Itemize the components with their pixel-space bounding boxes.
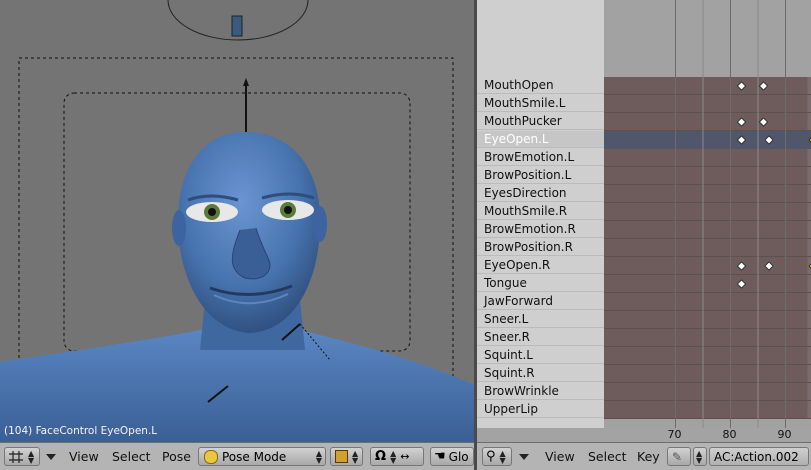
menu-pose[interactable]: Pose bbox=[162, 447, 191, 466]
action-editor-icon: ⚲ bbox=[486, 449, 496, 464]
channel-browwrinkle[interactable]: BrowWrinkle bbox=[477, 383, 604, 400]
triangle-down-icon bbox=[519, 453, 529, 460]
global-label: Glo bbox=[448, 449, 469, 464]
keyframe-area[interactable] bbox=[604, 0, 811, 430]
channel-upperlip[interactable]: UpperLip bbox=[477, 401, 604, 418]
action-editor[interactable]: MouthOpen MouthSmile.L MouthPucker EyeOpen.… bbox=[477, 0, 811, 442]
channel-eyeopen-l[interactable]: EyeOpen.L bbox=[477, 131, 604, 148]
viewport-header: ▲ ▼ View Select Pose Pose Mode ▲ ▼ ▲ ▼ Ω ▲ ▼… bbox=[0, 442, 474, 470]
channel-browposition-r[interactable]: BrowPosition.R bbox=[477, 239, 604, 256]
channel-sneer-r[interactable]: Sneer.R bbox=[477, 329, 604, 346]
ruler-label-90: 90 bbox=[777, 428, 792, 441]
action-name-field[interactable]: AC:Action.002 bbox=[709, 447, 809, 466]
channel-sneer-l[interactable]: Sneer.L bbox=[477, 311, 604, 328]
global-toggle[interactable]: ☚ Glo bbox=[430, 447, 474, 466]
menu-view-action[interactable]: View bbox=[545, 447, 575, 466]
channel-list: MouthOpen MouthSmile.L MouthPucker EyeOpen.… bbox=[477, 0, 604, 430]
pivot-manipulator-buttons[interactable]: Ω ▲ ▼ ↔ bbox=[370, 447, 424, 466]
triangle-down-icon bbox=[46, 453, 56, 460]
arrows-horizontal-icon: ↔ bbox=[400, 450, 410, 463]
channel-mouthsmile-r[interactable]: MouthSmile.R bbox=[477, 203, 604, 220]
cube-icon bbox=[335, 450, 348, 463]
mode-select-value: Pose Mode bbox=[222, 449, 287, 464]
channel-squint-r[interactable]: Squint.R bbox=[477, 365, 604, 382]
ruler-label-70: 70 bbox=[667, 428, 682, 441]
draw-type-button[interactable]: ▲ ▼ bbox=[330, 447, 363, 466]
viewport-info-text: (104) FaceControl EyeOpen.L bbox=[4, 425, 158, 437]
channel-eyeopen-r[interactable]: EyeOpen.R bbox=[477, 257, 604, 274]
lamp-object bbox=[231, 15, 243, 37]
menu-collapse-triangle[interactable] bbox=[46, 447, 56, 466]
channel-mouthpucker[interactable]: MouthPucker bbox=[477, 113, 604, 130]
pin-icon: ✎ bbox=[672, 449, 683, 464]
menu-key[interactable]: Key bbox=[637, 447, 660, 466]
omega-icon: Ω bbox=[375, 449, 387, 464]
action-editor-header: ⚲ ▲ ▼ View Select Key ✎ ▲ ▼ AC:Action.002 bbox=[477, 442, 811, 470]
action-name-value: AC:Action.002 bbox=[714, 449, 799, 464]
viewport-scene bbox=[0, 0, 474, 442]
menu-view[interactable]: View bbox=[69, 447, 99, 466]
grid-icon bbox=[9, 450, 23, 463]
menu-select[interactable]: Select bbox=[112, 447, 151, 466]
menu-collapse-triangle-action[interactable] bbox=[519, 447, 529, 466]
channel-squint-l[interactable]: Squint.L bbox=[477, 347, 604, 364]
channel-eyesdirection[interactable]: EyesDirection bbox=[477, 185, 604, 202]
channel-jawforward[interactable]: JawForward bbox=[477, 293, 604, 310]
mode-select[interactable]: Pose Mode ▲ ▼ bbox=[198, 447, 326, 466]
ruler-label-80: 80 bbox=[722, 428, 737, 441]
pin-button[interactable]: ✎ bbox=[667, 447, 691, 466]
channel-browemotion-l[interactable]: BrowEmotion.L bbox=[477, 149, 604, 166]
channel-tongue[interactable]: Tongue bbox=[477, 275, 604, 292]
channel-browposition-l[interactable]: BrowPosition.L bbox=[477, 167, 604, 184]
hand-icon: ☚ bbox=[434, 449, 446, 464]
channel-mouthsmile-l[interactable]: MouthSmile.L bbox=[477, 95, 604, 112]
frame-ruler[interactable]: 708090100 bbox=[477, 428, 811, 442]
selected-row-highlight bbox=[604, 131, 811, 149]
editor-type-button[interactable]: ▲ ▼ bbox=[4, 447, 40, 466]
channel-browemotion-r[interactable]: BrowEmotion.R bbox=[477, 221, 604, 238]
pose-mode-icon bbox=[204, 449, 218, 464]
channel-mouthopen[interactable]: MouthOpen bbox=[477, 77, 604, 94]
3d-viewport[interactable]: (104) FaceControl EyeOpen.L bbox=[0, 0, 474, 442]
editor-type-button-action[interactable]: ⚲ ▲ ▼ bbox=[482, 447, 512, 466]
menu-select-action[interactable]: Select bbox=[588, 447, 627, 466]
action-browse-button[interactable]: ▲ ▼ bbox=[693, 447, 707, 466]
